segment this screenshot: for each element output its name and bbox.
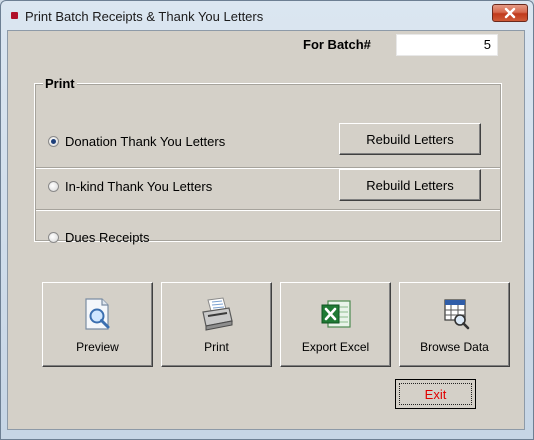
radio-label-dues: Dues Receipts: [65, 229, 150, 245]
radio-inkind-letters[interactable]: In-kind Thank You Letters: [48, 176, 212, 196]
browse-data-label: Browse Data: [420, 340, 489, 354]
title-bar[interactable]: Print Batch Receipts & Thank You Letters: [1, 1, 533, 31]
excel-icon: [321, 300, 351, 328]
close-button[interactable]: [492, 4, 528, 22]
close-icon: [504, 7, 516, 19]
rebuild-donation-letters-button[interactable]: Rebuild Letters: [339, 123, 481, 155]
browse-grid-icon: [443, 299, 469, 330]
print-group-title: Print: [43, 76, 77, 91]
divider: [36, 209, 500, 211]
radio-button[interactable]: [48, 180, 59, 192]
exit-label: Exit: [399, 383, 472, 405]
window-title: Print Batch Receipts & Thank You Letters: [25, 9, 264, 24]
app-icon: [11, 12, 18, 19]
browse-data-button[interactable]: Browse Data: [399, 282, 510, 367]
magnifier-page-icon: [84, 298, 109, 330]
radio-button[interactable]: [48, 231, 59, 243]
export-excel-label: Export Excel: [301, 340, 370, 354]
batch-number-field[interactable]: 5: [396, 34, 498, 56]
export-excel-button[interactable]: Export Excel: [280, 282, 391, 367]
batch-label: For Batch#: [303, 37, 371, 52]
print-button[interactable]: Print: [161, 282, 272, 367]
exit-button[interactable]: Exit: [395, 379, 476, 409]
radio-label-donation: Donation Thank You Letters: [65, 133, 226, 149]
rebuild-inkind-letters-button[interactable]: Rebuild Letters: [339, 169, 481, 201]
print-label: Print: [204, 340, 229, 354]
radio-donation-letters[interactable]: Donation Thank You Letters: [48, 131, 225, 151]
preview-button[interactable]: Preview: [42, 282, 153, 367]
printer-icon: [201, 297, 233, 331]
radio-label-inkind: In-kind Thank You Letters: [65, 178, 213, 194]
radio-dues-receipts[interactable]: Dues Receipts: [48, 227, 150, 247]
preview-label: Preview: [76, 340, 119, 354]
print-groupbox: [34, 83, 502, 242]
radio-button[interactable]: [48, 135, 59, 147]
